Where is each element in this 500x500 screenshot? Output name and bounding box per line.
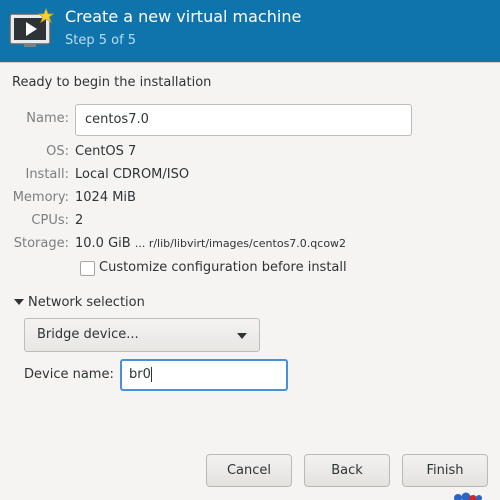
- expander-arrow-down-icon[interactable]: [14, 299, 24, 305]
- network-selection-expander[interactable]: Network selection: [28, 295, 145, 310]
- virtual-machine-icon: [8, 7, 56, 50]
- memory-value: 1024 MiB: [75, 190, 136, 205]
- corner-logo-icon: [446, 488, 500, 500]
- cpus-value: 2: [75, 213, 84, 228]
- name-label: Name:: [26, 111, 69, 126]
- wizard-header: Create a new virtual machine Step 5 of 5: [0, 0, 500, 62]
- cpus-label: CPUs:: [31, 213, 69, 228]
- device-name-value: br0: [129, 367, 151, 382]
- wizard-step-indicator: Step 5 of 5: [65, 33, 137, 48]
- finish-button[interactable]: Finish: [402, 454, 488, 487]
- storage-path: ... r/lib/libvirt/images/centos7.0.qcow2: [134, 237, 347, 250]
- storage-value: 10.0 GiB ... r/lib/libvirt/images/centos…: [75, 236, 346, 251]
- customize-checkbox-label[interactable]: Customize configuration before install: [99, 260, 347, 275]
- device-name-label: Device name:: [24, 367, 114, 382]
- os-label: OS:: [46, 144, 69, 159]
- network-source-selected: Bridge device...: [37, 327, 139, 342]
- storage-label: Storage:: [13, 236, 69, 251]
- wizard-title: Create a new virtual machine: [65, 7, 302, 26]
- cancel-button[interactable]: Cancel: [206, 454, 292, 487]
- back-button[interactable]: Back: [304, 454, 390, 487]
- install-value: Local CDROM/ISO: [75, 167, 190, 182]
- storage-size: 10.0 GiB: [75, 236, 131, 251]
- memory-label: Memory:: [12, 190, 69, 205]
- os-value: CentOS 7: [75, 144, 137, 159]
- device-name-input[interactable]: br0: [120, 359, 288, 391]
- text-caret: [150, 367, 152, 382]
- header-divider: [0, 62, 500, 63]
- ready-message: Ready to begin the installation: [12, 75, 212, 90]
- network-source-dropdown[interactable]: Bridge device...: [24, 318, 260, 352]
- customize-checkbox[interactable]: [80, 261, 95, 276]
- chevron-down-icon: [237, 333, 247, 339]
- name-input[interactable]: centos7.0: [75, 104, 412, 136]
- install-label: Install:: [25, 167, 69, 182]
